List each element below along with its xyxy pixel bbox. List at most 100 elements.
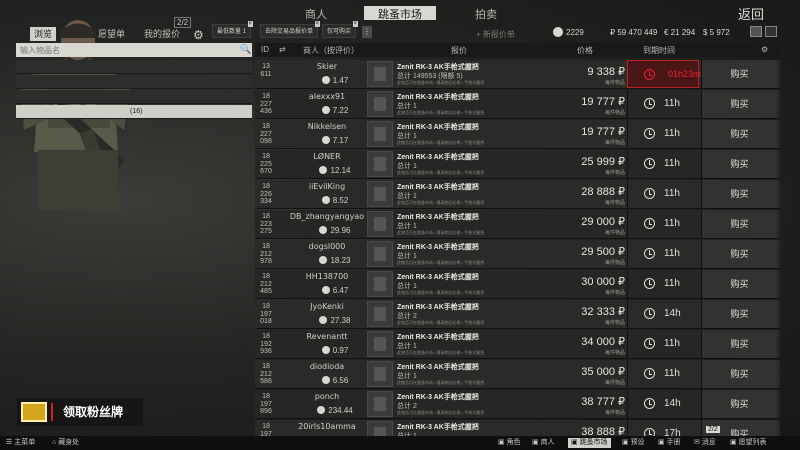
col-seller[interactable]: 商人（按评价） — [303, 45, 359, 56]
price-each-label: 每件物品 — [604, 170, 625, 176]
item-thumbnail[interactable] — [367, 91, 393, 117]
buy-button[interactable]: 购买 — [701, 390, 777, 418]
refresh-icon[interactable]: ⇄ — [279, 45, 286, 54]
settings-gear-icon[interactable]: ⚙ — [193, 28, 204, 42]
item-thumbnail[interactable] — [367, 301, 393, 327]
fan-badge-overlay[interactable]: 领取粉丝牌 — [17, 398, 143, 426]
offer-count-badge: 2/2 — [174, 17, 192, 28]
col-expires[interactable]: 到期时间 — [643, 45, 675, 56]
item-thumbnail[interactable] — [367, 181, 393, 207]
tab-auction[interactable]: 拍卖 — [466, 6, 506, 21]
offer-price: 19 777 ₽ — [581, 96, 625, 108]
item-subtitle: 此物品可在跳蚤市场 • 最高物品价格 • 手枪式握把 — [397, 290, 485, 295]
messenger-button[interactable]: ✉ 消息 — [694, 438, 716, 448]
close-icon[interactable]: × — [314, 21, 321, 27]
filter-min-qty[interactable]: 最低数量 1 × — [212, 21, 254, 38]
item-thumbnail[interactable] — [367, 331, 393, 357]
price-each-label: 每件物品 — [604, 320, 625, 326]
gear-icon[interactable]: ⚙ — [761, 45, 768, 54]
expiry-time: 11h — [627, 330, 699, 358]
seller-name[interactable]: Revenantt — [287, 332, 367, 341]
buy-button[interactable]: 购买 — [701, 270, 777, 298]
flea-market-button[interactable]: ▣ 跳蚤市场 — [568, 438, 611, 448]
category-row[interactable] — [16, 75, 252, 89]
offer-id: 18 225 670 — [260, 153, 272, 175]
item-thumbnail[interactable] — [367, 271, 393, 297]
filter-buyable-only[interactable]: 仅可购买 × — [322, 21, 359, 38]
add-offer-button[interactable]: + 新报价单 — [476, 29, 515, 40]
seller-name[interactable]: Nikkelsen — [287, 122, 367, 131]
tab-traders[interactable]: 商人 — [296, 6, 336, 21]
seller-name[interactable]: 20irls10amma — [287, 422, 367, 431]
handbook-label: 手册 — [666, 439, 681, 446]
category-row[interactable] — [16, 90, 252, 104]
buy-button[interactable]: 购买 — [701, 90, 777, 118]
buy-button[interactable]: 购买 — [701, 300, 777, 328]
grid-view-icon[interactable] — [765, 26, 777, 37]
watchlist-button[interactable]: ▣ 愿望列表 — [730, 438, 767, 448]
buy-button[interactable]: 购买 — [701, 60, 777, 88]
tab-flea-market[interactable]: 跳蚤市场 — [364, 6, 436, 21]
buy-button[interactable]: 购买 — [701, 180, 777, 208]
rouble-balance: ₽ 59 470 449 — [610, 28, 658, 37]
item-thumbnail[interactable] — [367, 121, 393, 147]
expiry-time: 11h — [627, 210, 699, 238]
filter-remove-barter[interactable]: 去除交易品报价单 × — [260, 21, 321, 38]
seller-name[interactable]: Skier — [287, 62, 367, 71]
seller-rating: 6.47 — [305, 286, 365, 295]
buy-button[interactable]: 购买 — [701, 150, 777, 178]
rating-icon — [321, 76, 330, 84]
seller-rating: 29.96 — [305, 226, 365, 235]
item-thumbnail[interactable] — [367, 391, 393, 417]
item-thumbnail[interactable] — [367, 241, 393, 267]
seller-rating: 7.22 — [305, 106, 365, 115]
category-row[interactable] — [16, 60, 252, 74]
item-thumbnail[interactable] — [367, 151, 393, 177]
buy-button[interactable]: 购买 — [701, 330, 777, 358]
back-button[interactable]: 返回 — [738, 4, 764, 23]
expiry-time: 11h — [627, 120, 699, 148]
close-icon[interactable]: × — [247, 21, 254, 27]
seller-rating: 18.23 — [305, 256, 365, 265]
hideout-button[interactable]: ⌂ 藏身处 — [52, 438, 79, 448]
traders-button[interactable]: ▣ 商人 — [532, 438, 555, 448]
tab-wishlist[interactable]: 愿望单 — [98, 27, 125, 41]
list-view-icon[interactable] — [750, 26, 762, 37]
seller-name[interactable]: JyoKenki — [287, 302, 367, 311]
seller-name[interactable]: HH138700 — [287, 272, 367, 281]
price-each-label: 每件物品 — [604, 140, 625, 146]
col-id[interactable]: ID — [261, 45, 269, 54]
item-thumbnail[interactable] — [367, 61, 393, 87]
item-subtitle: 此物品可在跳蚤市场 • 最高物品价格 • 手枪式握把 — [397, 110, 485, 115]
more-options-icon[interactable]: ⋮ — [362, 26, 372, 38]
item-subtitle: 此物品可在跳蚤市场 • 最高物品价格 • 手枪式握把 — [397, 260, 485, 265]
category-row-selected[interactable]: (16) — [16, 105, 252, 119]
search-input[interactable] — [16, 43, 252, 57]
seller-name[interactable]: diodioda — [287, 362, 367, 371]
col-price[interactable]: 价格 — [577, 45, 593, 56]
seller-name[interactable]: iiEvilKing — [287, 182, 367, 191]
search-icon[interactable]: 🔍 — [240, 44, 251, 55]
buy-button[interactable]: 购买 — [701, 360, 777, 388]
offer-id: 18 192 936 — [260, 333, 272, 355]
seller-name[interactable]: dogsl000 — [287, 242, 367, 251]
buy-button[interactable]: 购买 — [701, 240, 777, 268]
buy-button[interactable]: 购买 — [701, 210, 777, 238]
seller-name[interactable]: LØNER — [287, 152, 367, 161]
rating-icon — [321, 136, 330, 144]
seller-name[interactable]: ponch — [287, 392, 367, 401]
main-menu-button[interactable]: ☰ 主菜单 — [6, 438, 35, 448]
seller-name[interactable]: DB_zhangyangyao — [287, 212, 367, 221]
item-thumbnail[interactable] — [367, 361, 393, 387]
rating-icon — [321, 376, 330, 384]
builds-button[interactable]: ▣ 预设 — [622, 438, 645, 448]
close-icon[interactable]: × — [352, 21, 359, 27]
seller-name[interactable]: alexxx91 — [287, 92, 367, 101]
item-thumbnail[interactable] — [367, 211, 393, 237]
rating-icon — [321, 346, 330, 354]
tab-my-offers[interactable]: 我的报价 — [144, 27, 180, 41]
tab-browse[interactable]: 浏览 — [30, 27, 57, 41]
buy-button[interactable]: 购买 — [701, 120, 777, 148]
character-button[interactable]: ▣ 角色 — [498, 438, 521, 448]
handbook-button[interactable]: ▣ 手册 — [658, 438, 681, 448]
